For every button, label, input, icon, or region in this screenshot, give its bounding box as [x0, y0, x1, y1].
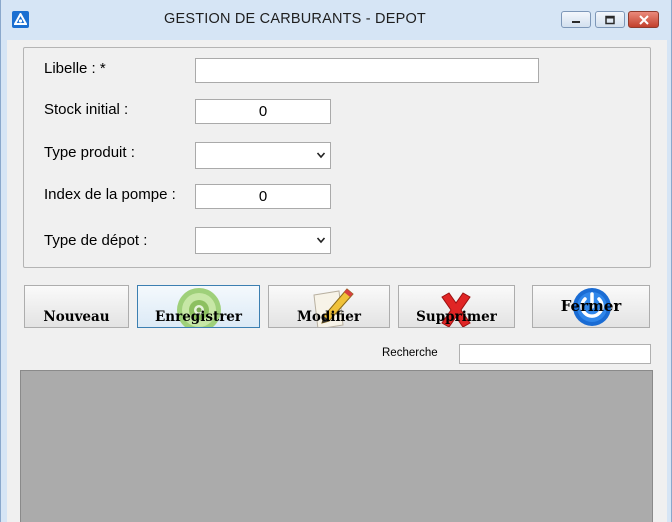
supprimer-label: Supprimer — [416, 309, 497, 325]
index-pompe-input[interactable]: 0 — [195, 184, 331, 209]
type-depot-label: Type de dépot : — [44, 232, 148, 249]
app-window: GESTION DE CARBURANTS - DEPOT Libelle : … — [0, 0, 672, 522]
window-title: GESTION DE CARBURANTS - DEPOT — [164, 11, 426, 27]
fermer-button[interactable]: Fermer — [532, 285, 650, 328]
client-area: Libelle : * Stock initial : 0 Type produ… — [7, 40, 667, 522]
modifier-button[interactable]: Modifier — [268, 285, 390, 328]
type-depot-select[interactable] — [195, 227, 331, 254]
nouveau-button[interactable]: Nouveau — [24, 285, 129, 328]
chevron-down-icon — [316, 152, 326, 159]
modifier-label: Modifier — [296, 309, 362, 325]
enregistrer-label: Enregistrer — [154, 309, 243, 325]
maximize-button[interactable] — [595, 11, 625, 28]
libelle-input[interactable] — [195, 58, 539, 83]
minimize-button[interactable] — [561, 11, 591, 28]
search-label: Recherche — [382, 347, 438, 359]
depot-form-group: Libelle : * Stock initial : 0 Type produ… — [23, 47, 651, 268]
search-input[interactable] — [459, 344, 651, 364]
type-produit-select[interactable] — [195, 142, 331, 169]
stock-initial-input[interactable]: 0 — [195, 99, 331, 124]
nouveau-label: Nouveau — [43, 309, 110, 325]
enregistrer-button[interactable]: Enregistrer — [137, 285, 260, 328]
data-grid[interactable] — [20, 370, 653, 522]
close-icon — [638, 14, 649, 25]
restore-icon — [605, 15, 615, 24]
index-pompe-label: Index de la pompe : — [44, 186, 176, 203]
title-bar[interactable]: GESTION DE CARBURANTS - DEPOT — [1, 0, 671, 40]
chevron-down-icon — [316, 237, 326, 244]
close-button[interactable] — [628, 11, 659, 28]
minimize-icon — [572, 20, 580, 23]
type-produit-label: Type produit : — [44, 144, 135, 161]
stock-initial-label: Stock initial : — [44, 101, 129, 118]
fermer-label: Fermer — [560, 297, 622, 315]
libelle-label: Libelle : * — [44, 60, 106, 77]
supprimer-button[interactable]: Supprimer — [398, 285, 515, 328]
